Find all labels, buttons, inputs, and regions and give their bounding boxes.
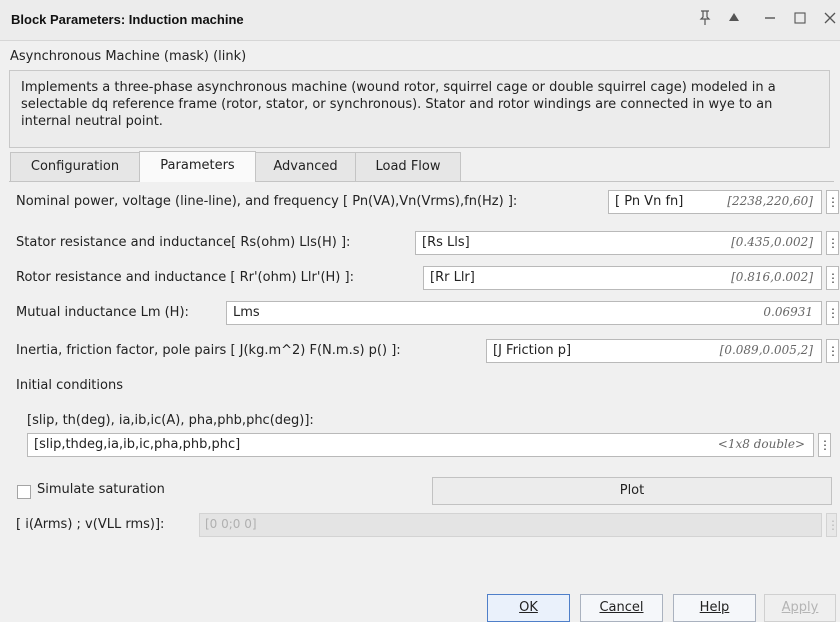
inertia-params-field[interactable]: [J Friction p] [0.089,0.005,2] bbox=[486, 339, 822, 363]
mutual-inductance-expr: Lms bbox=[233, 305, 260, 320]
tab-configuration[interactable]: Configuration bbox=[10, 152, 140, 181]
rotor-params-field[interactable]: [Rr Llr] [0.816,0.002] bbox=[423, 266, 822, 290]
tab-advanced[interactable]: Advanced bbox=[255, 152, 356, 181]
nominal-params-menu-icon[interactable]: ⋮ bbox=[826, 190, 839, 214]
simulate-saturation-label: Simulate saturation bbox=[37, 482, 165, 497]
mutual-inductance-label: Mutual inductance Lm (H): bbox=[16, 305, 189, 320]
inertia-params-value: [0.089,0.005,2] bbox=[719, 343, 813, 357]
initial-conditions-field[interactable]: [slip,thdeg,ia,ib,ic,pha,phb,phc] <1x8 d… bbox=[27, 433, 814, 457]
tab-parameters[interactable]: Parameters bbox=[139, 151, 256, 182]
mask-subtitle: Asynchronous Machine (mask) (link) bbox=[10, 49, 247, 64]
help-button[interactable]: Help bbox=[673, 594, 756, 622]
apply-button-label: Apply bbox=[781, 600, 819, 615]
stator-params-field[interactable]: [Rs Lls] [0.435,0.002] bbox=[415, 231, 822, 255]
expand-up-icon[interactable] bbox=[724, 10, 744, 30]
ok-button-label: OK bbox=[519, 600, 538, 615]
rotor-params-value: [0.816,0.002] bbox=[731, 270, 813, 284]
inertia-params-menu-icon[interactable]: ⋮ bbox=[826, 339, 839, 363]
cancel-button-label: Cancel bbox=[599, 600, 644, 615]
inertia-params-label: Inertia, friction factor, pole pairs [ J… bbox=[16, 343, 401, 358]
apply-button[interactable]: Apply bbox=[764, 594, 836, 622]
pin-icon[interactable] bbox=[695, 10, 715, 30]
saturation-curve-menu-icon: ⋮ bbox=[826, 513, 839, 537]
description-text: Implements a three-phase asynchronous ma… bbox=[21, 80, 776, 129]
ok-button[interactable]: OK bbox=[487, 594, 570, 622]
stator-params-expr: [Rs Lls] bbox=[422, 235, 470, 250]
initial-conditions-value: <1x8 double> bbox=[717, 437, 805, 451]
nominal-params-label: Nominal power, voltage (line-line), and … bbox=[16, 194, 518, 209]
mutual-inductance-menu-icon[interactable]: ⋮ bbox=[826, 301, 839, 325]
minimize-icon[interactable] bbox=[760, 10, 780, 30]
simulate-saturation-checkbox[interactable] bbox=[17, 485, 31, 499]
window-title: Block Parameters: Induction machine bbox=[11, 12, 244, 27]
maximize-icon[interactable] bbox=[790, 10, 810, 30]
saturation-curve-label: [ i(Arms) ; v(VLL rms)]: bbox=[16, 517, 165, 532]
tab-load-flow[interactable]: Load Flow bbox=[355, 152, 461, 181]
help-button-label: Help bbox=[699, 600, 730, 615]
stator-params-menu-icon[interactable]: ⋮ bbox=[826, 231, 839, 255]
nominal-params-field[interactable]: [ Pn Vn fn] [2238,220,60] bbox=[608, 190, 822, 214]
initial-conditions-label: [slip, th(deg), ia,ib,ic(A), pha,phb,phc… bbox=[27, 413, 314, 428]
stator-params-label: Stator resistance and inductance[ Rs(ohm… bbox=[16, 235, 351, 250]
inertia-params-expr: [J Friction p] bbox=[493, 343, 572, 358]
description-box: Implements a three-phase asynchronous ma… bbox=[9, 70, 830, 148]
cancel-button[interactable]: Cancel bbox=[580, 594, 663, 622]
title-bar: Block Parameters: Induction machine bbox=[0, 0, 840, 41]
mutual-inductance-value: 0.06931 bbox=[763, 305, 813, 319]
mutual-inductance-field[interactable]: Lms 0.06931 bbox=[226, 301, 822, 325]
saturation-curve-value: [0 0;0 0] bbox=[205, 517, 257, 531]
nominal-params-expr: [ Pn Vn fn] bbox=[615, 194, 684, 209]
rotor-params-label: Rotor resistance and inductance [ Rr'(oh… bbox=[16, 270, 354, 285]
close-icon[interactable] bbox=[820, 10, 840, 30]
initial-conditions-heading: Initial conditions bbox=[16, 378, 123, 393]
initial-conditions-expr: [slip,thdeg,ia,ib,ic,pha,phb,phc] bbox=[34, 437, 241, 452]
rotor-params-menu-icon[interactable]: ⋮ bbox=[826, 266, 839, 290]
nominal-params-value: [2238,220,60] bbox=[727, 194, 813, 208]
initial-conditions-menu-icon[interactable]: ⋮ bbox=[818, 433, 831, 457]
saturation-curve-field: [0 0;0 0] bbox=[199, 513, 822, 537]
stator-params-value: [0.435,0.002] bbox=[731, 235, 813, 249]
plot-button[interactable]: Plot bbox=[432, 477, 832, 505]
rotor-params-expr: [Rr Llr] bbox=[430, 270, 475, 285]
